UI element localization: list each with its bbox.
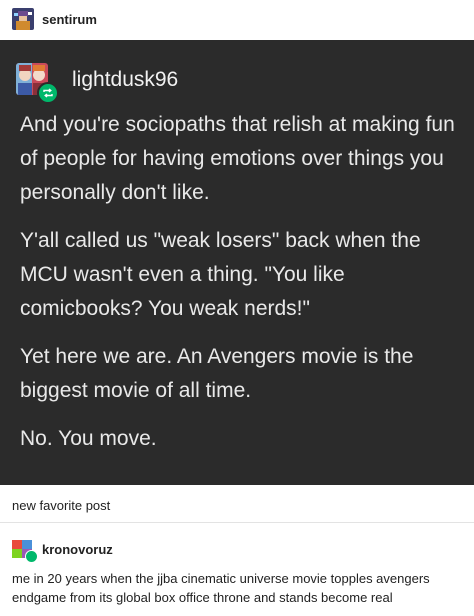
reblogged-post-header: lightdusk96 xyxy=(16,62,178,104)
post-paragraph: And you're sociopaths that relish at mak… xyxy=(20,113,455,204)
avatar[interactable] xyxy=(12,540,38,563)
post-paragraph: No. You move. xyxy=(20,427,157,450)
post-paragraph: Y'all called us "weak losers" back when … xyxy=(20,229,421,320)
reply-body: me in 20 years when the jjba cinematic u… xyxy=(12,571,430,605)
post-header: sentirum xyxy=(0,0,474,38)
divider xyxy=(0,522,474,523)
avatar[interactable] xyxy=(12,8,34,30)
post-paragraph: Yet here we are. An Avengers movie is th… xyxy=(20,345,414,402)
reblog-caption: new favorite post xyxy=(12,498,111,513)
username[interactable]: kronovoruz xyxy=(42,542,113,557)
reblog-icon xyxy=(37,82,59,104)
username[interactable]: lightdusk96 xyxy=(72,68,178,92)
username[interactable]: sentirum xyxy=(42,12,97,27)
post-body: And you're sociopaths that relish at mak… xyxy=(20,108,460,470)
avatar[interactable] xyxy=(16,63,59,104)
pixel-character-avatar-icon xyxy=(12,8,34,30)
reblog-icon xyxy=(25,550,38,563)
reply-header: kronovoruz xyxy=(12,538,113,563)
